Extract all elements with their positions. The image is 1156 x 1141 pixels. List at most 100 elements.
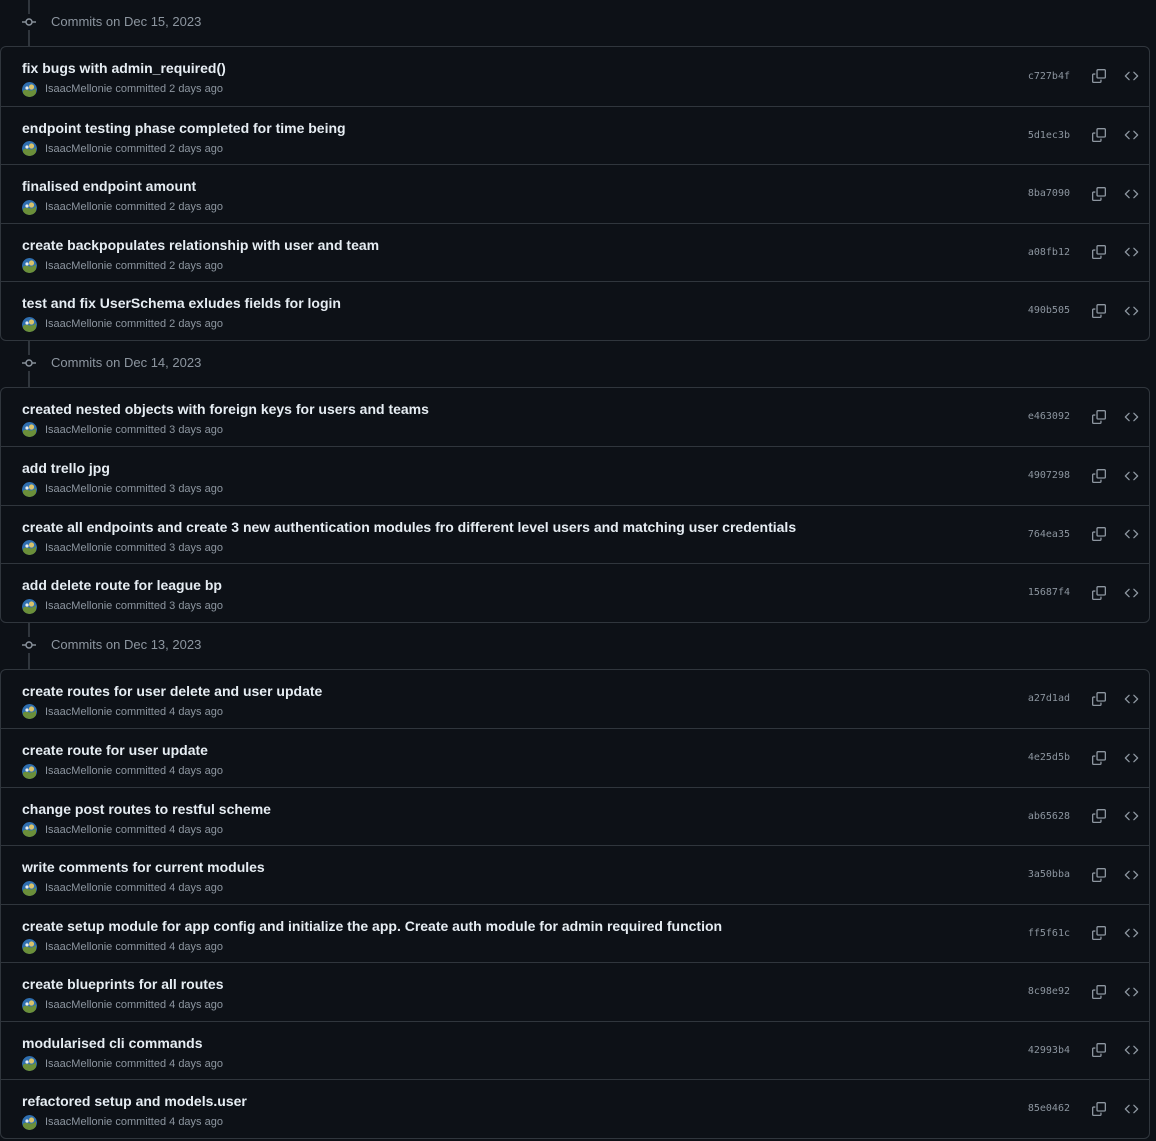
commit-sha-link[interactable]: 15687f4 (1022, 587, 1070, 598)
copy-sha-button[interactable] (1090, 1100, 1108, 1118)
user-avatar[interactable] (22, 598, 37, 614)
browse-repo-button[interactable] (1122, 126, 1140, 144)
commit-author-link[interactable]: IsaacMellonie (45, 882, 112, 894)
commit-sha-link[interactable]: 4907298 (1022, 470, 1070, 481)
commit-sha-link[interactable]: 764ea35 (1022, 529, 1070, 540)
commit-message-link[interactable]: create setup module for app config and i… (22, 917, 722, 935)
commit-author-link[interactable]: IsaacMellonie (45, 542, 112, 554)
user-avatar[interactable] (22, 763, 37, 779)
browse-repo-button[interactable] (1122, 807, 1140, 825)
commit-author-link[interactable]: IsaacMellonie (45, 824, 112, 836)
browse-repo-button[interactable] (1122, 243, 1140, 261)
commit-sha-link[interactable]: 8ba7090 (1022, 188, 1070, 199)
commit-sha-link[interactable]: c727b4f (1022, 71, 1070, 82)
browse-repo-button[interactable] (1122, 185, 1140, 203)
user-avatar[interactable] (22, 258, 37, 273)
copy-sha-button[interactable] (1090, 584, 1108, 602)
commit-message-link[interactable]: create route for user update (22, 741, 208, 759)
copy-sha-button[interactable] (1090, 525, 1108, 543)
commit-message-link[interactable]: add trello jpg (22, 459, 110, 477)
copy-sha-button[interactable] (1090, 185, 1108, 203)
commit-author-link[interactable]: IsaacMellonie (45, 1058, 112, 1070)
user-avatar[interactable] (22, 81, 37, 97)
commit-sha-link[interactable]: 4e25d5b (1022, 752, 1070, 763)
commit-message-link[interactable]: endpoint testing phase completed for tim… (22, 119, 346, 137)
commit-author-link[interactable]: IsaacMellonie (45, 424, 112, 436)
user-avatar[interactable] (22, 880, 37, 896)
commit-author-link[interactable]: IsaacMellonie (45, 483, 112, 495)
commit-message-link[interactable]: test and fix UserSchema exludes fields f… (22, 294, 341, 312)
browse-repo-button[interactable] (1122, 1100, 1140, 1118)
commit-author-link[interactable]: IsaacMellonie (45, 765, 112, 777)
browse-repo-button[interactable] (1122, 302, 1140, 320)
commit-sha-link[interactable]: 490b505 (1022, 305, 1070, 316)
user-avatar[interactable] (22, 939, 37, 954)
commit-sha-link[interactable]: 5d1ec3b (1022, 130, 1070, 141)
commit-sha-link[interactable]: ff5f61c (1022, 928, 1070, 939)
commit-author-link[interactable]: IsaacMellonie (45, 706, 112, 718)
user-avatar[interactable] (22, 1114, 37, 1130)
user-avatar[interactable] (22, 199, 37, 215)
copy-sha-button[interactable] (1090, 807, 1108, 825)
copy-sha-button[interactable] (1090, 467, 1108, 485)
browse-repo-button[interactable] (1122, 749, 1140, 767)
commit-message-link[interactable]: create blueprints for all routes (22, 975, 224, 993)
copy-sha-button[interactable] (1090, 1041, 1108, 1059)
browse-repo-button[interactable] (1122, 584, 1140, 602)
copy-sha-button[interactable] (1090, 866, 1108, 884)
browse-repo-button[interactable] (1122, 67, 1140, 85)
user-avatar[interactable] (22, 141, 37, 156)
copy-sha-button[interactable] (1090, 302, 1108, 320)
commit-message-link[interactable]: refactored setup and models.user (22, 1092, 247, 1110)
commit-author-link[interactable]: IsaacMellonie (45, 83, 112, 95)
commit-message-link[interactable]: add delete route for league bp (22, 576, 222, 594)
commit-author-link[interactable]: IsaacMellonie (45, 600, 112, 612)
commit-message-link[interactable]: write comments for current modules (22, 858, 265, 876)
copy-sha-button[interactable] (1090, 67, 1108, 85)
browse-repo-button[interactable] (1122, 408, 1140, 426)
copy-sha-button[interactable] (1090, 983, 1108, 1001)
browse-repo-button[interactable] (1122, 690, 1140, 708)
copy-sha-button[interactable] (1090, 243, 1108, 261)
commit-author-link[interactable]: IsaacMellonie (45, 1116, 112, 1128)
commit-message-link[interactable]: modularised cli commands (22, 1034, 203, 1052)
commit-message-link[interactable]: created nested objects with foreign keys… (22, 400, 429, 418)
browse-repo-button[interactable] (1122, 525, 1140, 543)
copy-sha-button[interactable] (1090, 749, 1108, 767)
commit-sha-link[interactable]: e463092 (1022, 411, 1070, 422)
commit-sha-link[interactable]: 3a50bba (1022, 869, 1070, 880)
user-avatar[interactable] (22, 822, 37, 837)
commit-message-link[interactable]: fix bugs with admin_required() (22, 59, 226, 77)
commit-author-link[interactable]: IsaacMellonie (45, 999, 112, 1011)
user-avatar[interactable] (22, 422, 37, 437)
user-avatar[interactable] (22, 1056, 37, 1071)
user-avatar[interactable] (22, 316, 37, 332)
commit-author-link[interactable]: IsaacMellonie (45, 318, 112, 330)
commit-message-link[interactable]: finalised endpoint amount (22, 177, 196, 195)
commit-author-link[interactable]: IsaacMellonie (45, 941, 112, 953)
browse-repo-button[interactable] (1122, 924, 1140, 942)
user-avatar[interactable] (22, 481, 37, 497)
copy-sha-button[interactable] (1090, 408, 1108, 426)
commit-sha-link[interactable]: ab65628 (1022, 811, 1070, 822)
browse-repo-button[interactable] (1122, 467, 1140, 485)
copy-sha-button[interactable] (1090, 690, 1108, 708)
commit-sha-link[interactable]: 85e0462 (1022, 1103, 1070, 1114)
copy-sha-button[interactable] (1090, 924, 1108, 942)
commit-author-link[interactable]: IsaacMellonie (45, 143, 112, 155)
commit-message-link[interactable]: create backpopulates relationship with u… (22, 236, 379, 254)
user-avatar[interactable] (22, 540, 37, 555)
copy-sha-button[interactable] (1090, 126, 1108, 144)
commit-sha-link[interactable]: 42993b4 (1022, 1045, 1070, 1056)
commit-author-link[interactable]: IsaacMellonie (45, 260, 112, 272)
commit-message-link[interactable]: change post routes to restful scheme (22, 800, 271, 818)
browse-repo-button[interactable] (1122, 1041, 1140, 1059)
browse-repo-button[interactable] (1122, 866, 1140, 884)
commit-sha-link[interactable]: a08fb12 (1022, 247, 1070, 258)
commit-sha-link[interactable]: 8c98e92 (1022, 986, 1070, 997)
commit-message-link[interactable]: create routes for user delete and user u… (22, 682, 322, 700)
user-avatar[interactable] (22, 997, 37, 1013)
commit-sha-link[interactable]: a27d1ad (1022, 693, 1070, 704)
commit-author-link[interactable]: IsaacMellonie (45, 201, 112, 213)
browse-repo-button[interactable] (1122, 983, 1140, 1001)
